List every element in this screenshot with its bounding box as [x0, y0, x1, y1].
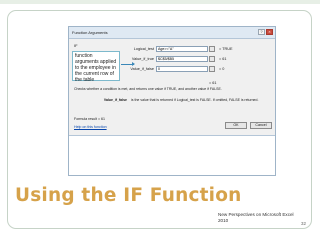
logical-test-input[interactable]: Age>="A" [156, 46, 208, 52]
argument-result: = 61 [219, 57, 227, 61]
function-result: = 61 [209, 81, 217, 85]
minimize-icon[interactable]: ? [258, 29, 265, 35]
slide-title: Using the IF Function [15, 185, 242, 206]
cancel-button[interactable]: Cancel [250, 122, 272, 129]
range-picker-icon[interactable] [209, 46, 215, 52]
argument-row-value-if-false: Value_if_false 0 = 0 [127, 66, 275, 72]
argument-label: Value_if_false [130, 67, 154, 71]
function-name: IF [74, 43, 78, 48]
argument-row-logical-test: Logical_test Age>="A" = TRUE [127, 46, 275, 52]
page-number: 32 [301, 221, 307, 226]
dialog-title: Function Arguments [72, 30, 108, 35]
range-picker-icon[interactable] [209, 66, 215, 72]
argument-result: = 0 [219, 67, 225, 71]
value-if-false-input[interactable]: 0 [156, 66, 208, 72]
function-arguments-screenshot: Function Arguments ? × IF Logical_test A… [68, 26, 276, 176]
slide-footer: New Perspectives on Microsoft Excel 2010 [218, 212, 294, 224]
ok-button[interactable]: OK [225, 122, 247, 129]
argument-help-text: is the value that is returned if Logical… [131, 98, 259, 102]
argument-help-name: Value_if_false [103, 98, 127, 102]
footer-line-2: 2010 [218, 218, 229, 223]
dialog-titlebar: Function Arguments ? × [69, 27, 275, 39]
close-icon[interactable]: × [266, 29, 273, 35]
callout-arrow [121, 62, 135, 66]
top-bar [0, 0, 320, 4]
argument-label: Logical_test [133, 47, 154, 51]
worksheet-area [69, 135, 275, 175]
argument-result: = TRUE [219, 47, 233, 51]
slide: Function Arguments ? × IF Logical_test A… [0, 0, 320, 240]
function-description: Checks whether a condition is met, and r… [74, 87, 222, 91]
help-link[interactable]: Help on this function [74, 125, 107, 129]
argument-row-value-if-true: Value_if_true $C$5/$B5 = 61 [127, 56, 275, 62]
formula-result: Formula result = 61 [74, 117, 106, 121]
dialog-window-buttons: ? × [258, 29, 273, 35]
footer-line-1: New Perspectives on Microsoft Excel [218, 212, 294, 217]
callout-box: function arguments applied to the employ… [72, 51, 120, 83]
value-if-true-input[interactable]: $C$5/$B5 [156, 56, 208, 62]
range-picker-icon[interactable] [209, 56, 215, 62]
